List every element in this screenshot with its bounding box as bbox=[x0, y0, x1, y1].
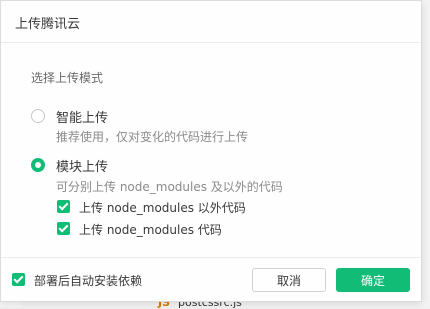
upload-node-modules-checkbox[interactable] bbox=[57, 222, 70, 235]
divider bbox=[1, 257, 421, 258]
smart-upload-radio[interactable] bbox=[31, 109, 45, 123]
upload-dialog: 上传腾讯云 选择上传模式 智能上传 推荐使用，仅对变化的代码进行上传 模块上传 … bbox=[0, 0, 422, 302]
upload-node-modules-label: 上传 node_modules 代码 bbox=[79, 223, 222, 237]
dialog-title: 上传腾讯云 bbox=[15, 17, 81, 32]
module-upload-title: 模块上传 bbox=[56, 160, 109, 175]
upload-non-node-modules-label: 上传 node_modules 以外代码 bbox=[79, 201, 246, 215]
cancel-button[interactable]: 取消 bbox=[252, 268, 326, 292]
upload-non-node-modules-checkbox[interactable] bbox=[57, 200, 70, 213]
auto-install-label: 部署后自动安装依赖 bbox=[34, 274, 143, 288]
smart-upload-description: 推荐使用，仅对变化的代码进行上传 bbox=[56, 130, 249, 144]
smart-upload-title: 智能上传 bbox=[56, 111, 109, 126]
module-upload-description: 可分别上传 node_modules 及以外的代码 bbox=[56, 180, 283, 194]
confirm-button[interactable]: 确定 bbox=[336, 268, 410, 292]
auto-install-checkbox[interactable] bbox=[12, 273, 25, 286]
module-upload-radio[interactable] bbox=[31, 158, 45, 172]
section-label: 选择上传模式 bbox=[31, 71, 104, 85]
divider bbox=[1, 42, 421, 43]
